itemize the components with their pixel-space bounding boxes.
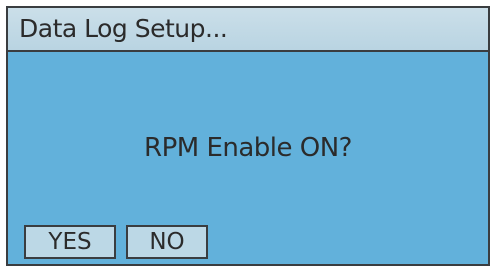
dialog-message: RPM Enable ON? — [144, 133, 352, 163]
dialog-title: Data Log Setup... — [19, 14, 228, 43]
yes-button[interactable]: YES — [24, 225, 116, 259]
lcd-dialog: Data Log Setup... RPM Enable ON? YES NO — [6, 6, 490, 266]
title-bar: Data Log Setup... — [8, 8, 488, 52]
no-button[interactable]: NO — [126, 225, 208, 259]
